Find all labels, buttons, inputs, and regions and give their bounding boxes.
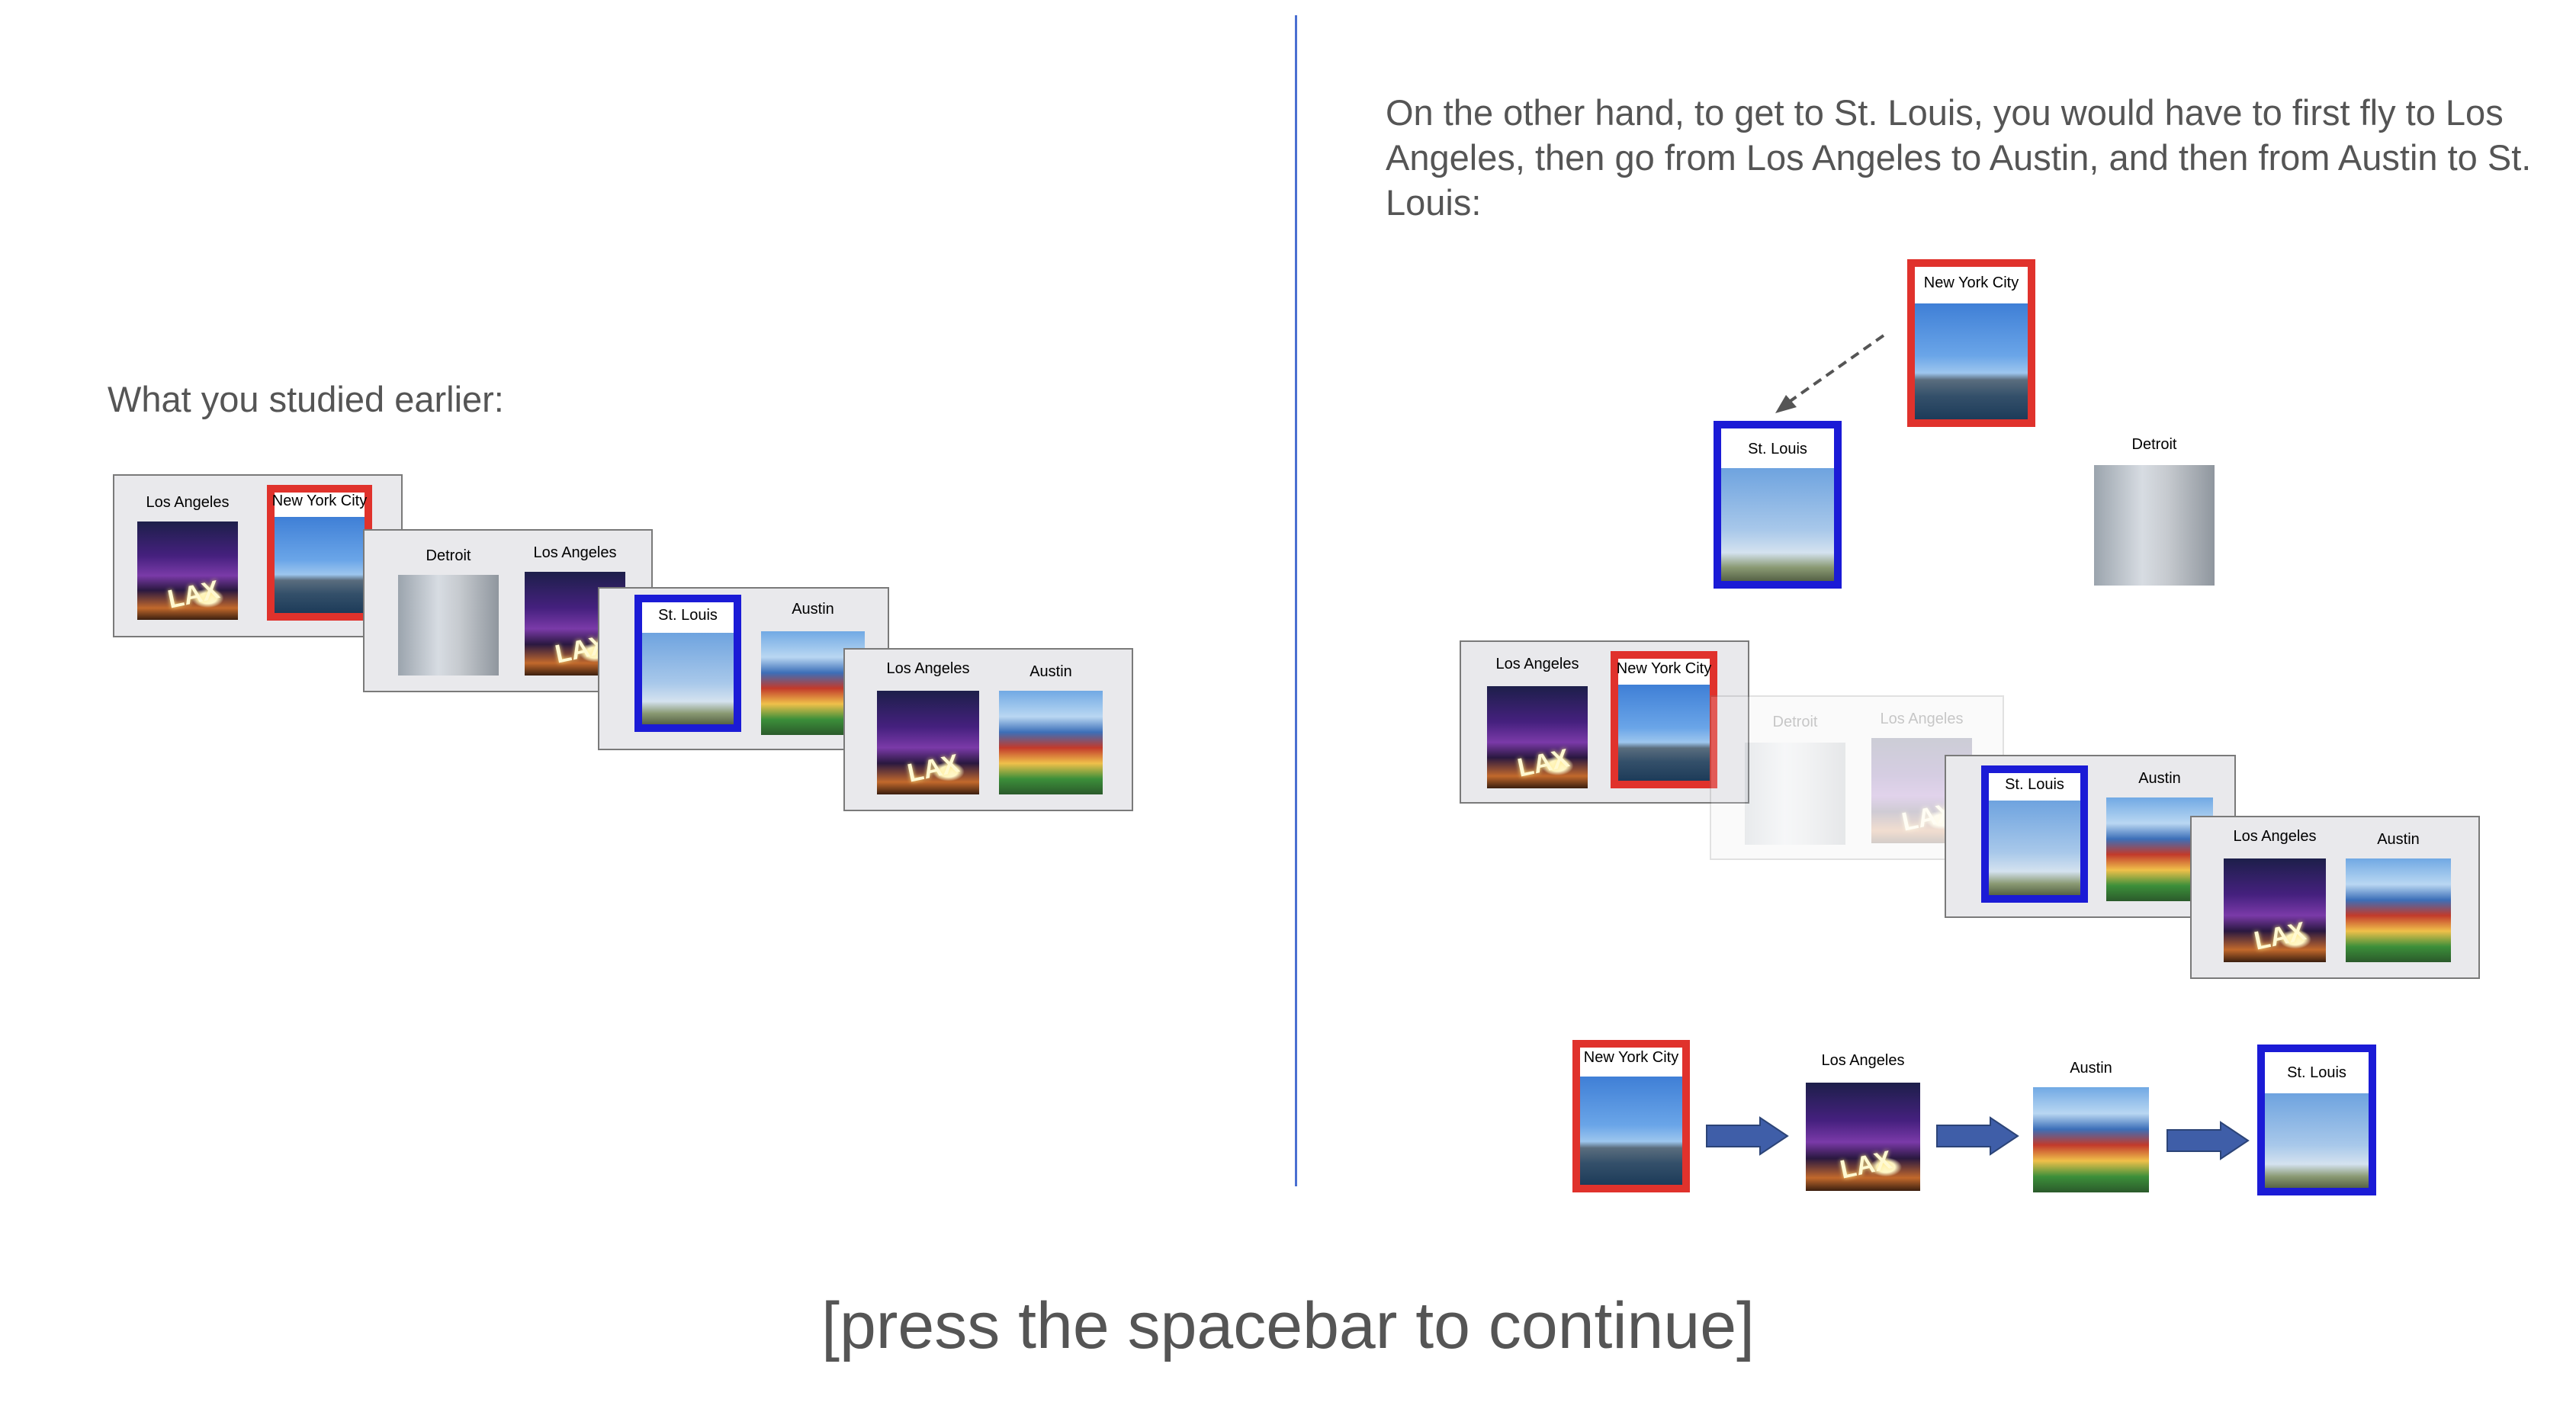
card-new-york-city: New York City xyxy=(1611,651,1717,788)
st-louis-image xyxy=(1721,468,1834,581)
dashed-arrow-icon xyxy=(1775,334,1885,413)
los-angeles-image: LAX xyxy=(137,521,238,620)
new-york-city-image xyxy=(1915,303,2028,419)
card-label: New York City xyxy=(271,493,368,509)
new-york-city-image xyxy=(1580,1077,1682,1185)
card-austin: Austin xyxy=(999,663,1103,794)
card-los-angeles: Los Angeles LAX xyxy=(137,494,238,620)
continue-prompt: [press the spacebar to continue] xyxy=(821,1289,1755,1362)
card-new-york-city: New York City xyxy=(267,485,372,621)
card-st-louis: St. Louis xyxy=(1981,765,2088,903)
right-heading: On the other hand, to get to St. Louis, … xyxy=(1386,92,2532,223)
los-angeles-image: LAX xyxy=(1806,1083,1920,1191)
card-label: St. Louis xyxy=(1748,441,1807,457)
card-label: Los Angeles xyxy=(533,544,617,561)
vertical-divider xyxy=(1295,15,1297,1186)
card-los-angeles: Los Angeles LAX xyxy=(2224,828,2326,962)
card-label: Detroit xyxy=(2131,436,2177,453)
right-arrow-icon xyxy=(1936,1116,2019,1156)
card-label: New York City xyxy=(1923,274,2019,291)
st-louis-image xyxy=(1989,801,2080,895)
card-los-angeles: Los Angeles LAX xyxy=(1487,656,1588,788)
card-label: New York City xyxy=(1583,1049,1679,1066)
card-label: St. Louis xyxy=(2005,776,2064,793)
card-detroit: Detroit xyxy=(2094,433,2215,586)
detroit-image xyxy=(398,575,499,676)
target-card-st-louis: St. Louis xyxy=(1714,421,1842,589)
card-label: Los Angeles xyxy=(1821,1052,1905,1069)
route-card-austin: Austin xyxy=(2033,1060,2149,1192)
card-label: Austin xyxy=(2070,1060,2112,1077)
card-label: Detroit xyxy=(426,547,471,564)
st-louis-image xyxy=(642,633,734,724)
new-york-city-image xyxy=(275,517,365,613)
left-panel-4: Los Angeles LAX Austin xyxy=(843,648,1133,811)
right-panel-4: Los Angeles LAX Austin xyxy=(2190,816,2480,979)
card-label: Los Angeles xyxy=(2233,828,2317,845)
new-york-city-image xyxy=(1618,685,1710,781)
card-st-louis: St. Louis xyxy=(634,595,741,732)
card-detroit: Detroit xyxy=(1745,714,1845,845)
st-louis-image xyxy=(2265,1093,2369,1188)
los-angeles-image: LAX xyxy=(877,691,979,794)
route-card-st-louis: St. Louis xyxy=(2257,1045,2376,1195)
card-detroit: Detroit xyxy=(398,547,499,676)
card-label: Austin xyxy=(792,601,834,618)
route-card-los-angeles: Los Angeles LAX xyxy=(1806,1052,1920,1191)
right-arrow-icon xyxy=(2166,1121,2250,1160)
left-panel-1: Los Angeles LAX New York City xyxy=(113,474,403,637)
card-label: Austin xyxy=(1029,663,1072,680)
card-label: Los Angeles xyxy=(886,660,970,677)
card-label: St. Louis xyxy=(658,607,718,624)
left-heading: What you studied earlier: xyxy=(108,379,504,419)
detroit-image xyxy=(2094,465,2215,586)
los-angeles-image: LAX xyxy=(1487,686,1588,788)
card-label: Los Angeles xyxy=(1880,711,1964,727)
card-label: Austin xyxy=(2377,831,2420,848)
start-card-new-york-city: New York City xyxy=(1907,259,2035,427)
right-panel-1: Los Angeles LAX New York City xyxy=(1460,640,1749,804)
card-label: Los Angeles xyxy=(146,494,230,511)
card-label: Austin xyxy=(2138,770,2181,787)
los-angeles-image: LAX xyxy=(2224,858,2326,962)
austin-image xyxy=(2346,858,2451,962)
card-label: Los Angeles xyxy=(1495,656,1579,672)
card-label: St. Louis xyxy=(2287,1064,2346,1081)
right-arrow-icon xyxy=(1706,1116,1789,1156)
austin-image xyxy=(999,691,1103,794)
austin-image xyxy=(2033,1087,2149,1192)
detroit-image xyxy=(1745,743,1845,845)
route-card-new-york-city: New York City xyxy=(1572,1040,1690,1192)
card-label: New York City xyxy=(1616,660,1712,677)
card-label: Detroit xyxy=(1772,714,1818,730)
card-austin: Austin xyxy=(2346,831,2451,962)
card-los-angeles: Los Angeles LAX xyxy=(877,660,979,794)
